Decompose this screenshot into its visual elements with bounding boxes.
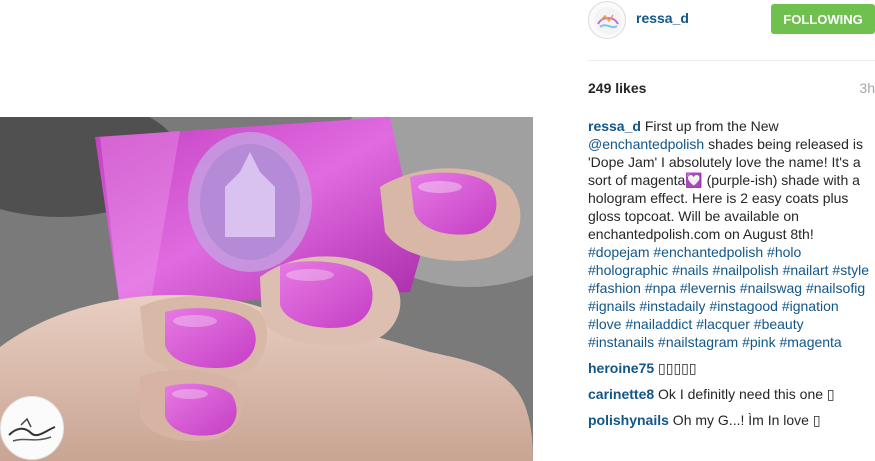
hashtag-link[interactable]: #lacquer: [696, 316, 750, 332]
post-photo-area: [0, 0, 585, 461]
hashtag-list: #dopejam #enchantedpolish #holo #hologra…: [588, 244, 869, 350]
post-header: ressa_d FOLLOWING: [585, 0, 875, 40]
mention-link[interactable]: @enchantedpolish: [588, 136, 704, 152]
caption-username-link[interactable]: ressa_d: [588, 118, 641, 134]
hashtag-link[interactable]: #beauty: [754, 316, 804, 332]
comment-text: ▯▯▯▯▯: [654, 360, 697, 376]
hashtag-link[interactable]: #holo: [767, 244, 801, 260]
hashtag-link[interactable]: #levernis: [680, 280, 736, 296]
comment-item: polishynails Oh my G...! Ìm In love ▯: [588, 411, 873, 429]
post-username-link[interactable]: ressa_d: [636, 10, 689, 26]
post-photo[interactable]: [0, 117, 533, 461]
hashtag-link[interactable]: #nailsofig: [806, 280, 865, 296]
hashtag-link[interactable]: #style: [832, 262, 869, 278]
hashtag-link[interactable]: #nailswag: [740, 280, 802, 296]
hashtag-link[interactable]: #nailpolish: [713, 262, 779, 278]
hashtag-link[interactable]: #love: [588, 316, 621, 332]
signature-watermark-icon: [0, 396, 64, 460]
hashtag-link[interactable]: #nailstagram: [658, 334, 738, 350]
heart-emoji-icon: 💟: [685, 172, 703, 188]
hashtag-link[interactable]: #ignation: [782, 298, 839, 314]
hashtag-link[interactable]: #npa: [645, 280, 676, 296]
divider: [588, 60, 875, 61]
comment-item: carinette8 Ok I definitly need this one …: [588, 385, 873, 403]
hashtag-link[interactable]: #magenta: [779, 334, 841, 350]
caption-text-1: First up from the New: [640, 118, 779, 134]
hashtag-link[interactable]: #ignails: [588, 298, 635, 314]
hashtag-link[interactable]: #enchantedpolish: [653, 244, 763, 260]
hashtag-link[interactable]: #pink: [742, 334, 775, 350]
comment-username-link[interactable]: polishynails: [588, 412, 669, 428]
likes-count[interactable]: 249 likes: [588, 80, 646, 96]
comment-username-link[interactable]: heroine75: [588, 360, 654, 376]
hashtag-link[interactable]: #instadaily: [639, 298, 705, 314]
hashtag-link[interactable]: #nailaddict: [625, 316, 692, 332]
hashtag-link[interactable]: #holographic: [588, 262, 668, 278]
hashtag-link[interactable]: #dopejam: [588, 244, 650, 260]
comment-text: Ok I definitly need this one ▯: [654, 386, 835, 402]
comments-list: ressa_d First up from the New @enchanted…: [588, 117, 873, 429]
hashtag-link[interactable]: #nails: [672, 262, 709, 278]
hashtag-link[interactable]: #instagood: [709, 298, 778, 314]
hashtag-link[interactable]: #fashion: [588, 280, 641, 296]
comment-item: heroine75 ▯▯▯▯▯: [588, 359, 873, 377]
comment-text: Oh my G...! Ìm In love ▯: [668, 412, 821, 428]
profile-avatar-icon[interactable]: [588, 1, 626, 39]
post-details-panel: ressa_d FOLLOWING 249 likes 3h ressa_d F…: [585, 0, 875, 461]
nail-polish-photo: [0, 117, 533, 461]
post-timestamp[interactable]: 3h: [859, 80, 875, 96]
post-caption: ressa_d First up from the New @enchanted…: [588, 117, 873, 351]
hashtag-link[interactable]: #nailart: [783, 262, 829, 278]
following-button[interactable]: FOLLOWING: [771, 4, 875, 34]
hashtag-link[interactable]: #instanails: [588, 334, 654, 350]
comment-username-link[interactable]: carinette8: [588, 386, 654, 402]
